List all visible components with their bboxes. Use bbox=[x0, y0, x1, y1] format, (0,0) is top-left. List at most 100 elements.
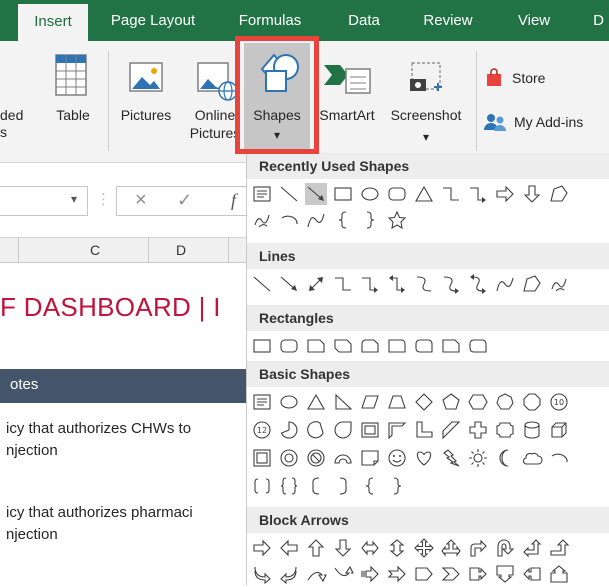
shape-plaque-icon[interactable] bbox=[494, 419, 516, 441]
shape-snipround-icon[interactable] bbox=[359, 335, 381, 357]
shape-frame-icon[interactable] bbox=[359, 419, 381, 441]
shape-noSym-icon[interactable] bbox=[305, 447, 327, 469]
shape-leftuparrow-icon[interactable] bbox=[521, 537, 543, 559]
shape-elbow-icon[interactable] bbox=[440, 183, 462, 205]
shape-round2-icon[interactable] bbox=[413, 335, 435, 357]
note-row-1[interactable]: icy that authorizes CHWs to njection bbox=[6, 418, 191, 462]
notes-header-cell[interactable]: otes bbox=[0, 369, 246, 403]
shape-para-icon[interactable] bbox=[359, 391, 381, 413]
shape-elbowarrow-icon[interactable] bbox=[359, 273, 381, 295]
shape-quadarrow-icon[interactable] bbox=[413, 537, 435, 559]
shape-curveddown-icon[interactable] bbox=[332, 563, 354, 585]
shape-udarrow-icon[interactable] bbox=[386, 537, 408, 559]
shape-arc-icon[interactable] bbox=[278, 209, 300, 231]
shape-tri-icon[interactable] bbox=[413, 183, 435, 205]
shape-halfframe-icon[interactable] bbox=[386, 419, 408, 441]
shape-curvedleft-icon[interactable] bbox=[278, 563, 300, 585]
shape-chevron-icon[interactable] bbox=[440, 563, 462, 585]
shape-pent-icon[interactable] bbox=[440, 391, 462, 413]
shape-rrect-icon[interactable] bbox=[386, 183, 408, 205]
name-box[interactable]: ▾ bbox=[0, 186, 88, 216]
shape-bentarrow-icon[interactable] bbox=[467, 537, 489, 559]
shape-larrow-icon[interactable] bbox=[278, 537, 300, 559]
shape-blockarc-icon[interactable] bbox=[332, 447, 354, 469]
shape-oct-icon[interactable] bbox=[521, 391, 543, 413]
column-header-d[interactable]: D bbox=[176, 242, 186, 258]
tab-page-layout[interactable]: Page Layout bbox=[98, 0, 208, 41]
shape-oval-icon[interactable] bbox=[278, 391, 300, 413]
shape-pentagonarrow-icon[interactable] bbox=[413, 563, 435, 585]
shape-arrowline-icon[interactable] bbox=[305, 183, 327, 205]
shape-bevel-icon[interactable] bbox=[251, 447, 273, 469]
shape-rbrace-icon[interactable] bbox=[386, 475, 408, 497]
table-button[interactable]: Table bbox=[48, 49, 98, 149]
shape-elbowdbl-icon[interactable] bbox=[386, 273, 408, 295]
shapes-button[interactable]: Shapes ▾ bbox=[244, 43, 310, 151]
shape-pie-icon[interactable] bbox=[278, 419, 300, 441]
shape-lrarrow-icon[interactable] bbox=[359, 537, 381, 559]
shape-darrow-icon[interactable] bbox=[332, 537, 354, 559]
my-addins-button[interactable]: My Add-ins bbox=[484, 111, 583, 133]
shape-lcallout-icon[interactable] bbox=[521, 563, 543, 585]
shape-lbrace-icon[interactable] bbox=[359, 475, 381, 497]
shape-dblbrace-icon[interactable] bbox=[278, 475, 300, 497]
shape-rtri-icon[interactable] bbox=[332, 391, 354, 413]
shape-darrow-icon[interactable] bbox=[521, 183, 543, 205]
shape-curve-icon[interactable] bbox=[305, 209, 327, 231]
shape-hex-icon[interactable] bbox=[467, 391, 489, 413]
shape-curveddbl-icon[interactable] bbox=[467, 273, 489, 295]
shape-textbox-icon[interactable] bbox=[251, 391, 273, 413]
shape-snip1-icon[interactable] bbox=[305, 335, 327, 357]
shape-diagstripe-icon[interactable] bbox=[440, 419, 462, 441]
shape-num10-icon[interactable]: 10 bbox=[548, 391, 570, 413]
name-box-dropdown-icon[interactable]: ▾ bbox=[71, 192, 77, 206]
shape-donut-icon[interactable] bbox=[278, 447, 300, 469]
shape-curvedright-icon[interactable] bbox=[251, 563, 273, 585]
shape-curvedup-icon[interactable] bbox=[305, 563, 327, 585]
shape-dblarrow-icon[interactable] bbox=[305, 273, 327, 295]
shape-dblbracket-icon[interactable] bbox=[251, 475, 273, 497]
store-button[interactable]: Store bbox=[484, 67, 545, 89]
insert-function-icon[interactable]: f bbox=[231, 190, 236, 211]
shape-rarrow-icon[interactable] bbox=[494, 183, 516, 205]
shape-elbow-icon[interactable] bbox=[332, 273, 354, 295]
shape-lrudarrow-icon[interactable] bbox=[440, 537, 462, 559]
shape-rbracket-icon[interactable] bbox=[332, 475, 354, 497]
shape-line-icon[interactable] bbox=[278, 183, 300, 205]
shape-arc-icon[interactable] bbox=[548, 447, 570, 469]
shape-round1-icon[interactable] bbox=[386, 335, 408, 357]
shape-plus-icon[interactable] bbox=[467, 419, 489, 441]
shape-freeform-icon[interactable] bbox=[548, 183, 570, 205]
shape-oval-icon[interactable] bbox=[359, 183, 381, 205]
shape-smiley-icon[interactable] bbox=[386, 447, 408, 469]
shape-textbox-icon[interactable] bbox=[251, 183, 273, 205]
screenshot-button[interactable]: Screenshot ▾ bbox=[380, 49, 472, 149]
shape-curvedarrow-icon[interactable] bbox=[440, 273, 462, 295]
pictures-button[interactable]: Pictures bbox=[114, 49, 178, 149]
shape-star5-icon[interactable] bbox=[386, 209, 408, 231]
shape-curve-icon[interactable] bbox=[494, 273, 516, 295]
shape-round2-icon[interactable] bbox=[467, 335, 489, 357]
shape-freeform-icon[interactable] bbox=[521, 273, 543, 295]
tab-insert[interactable]: Insert bbox=[18, 4, 88, 41]
shape-line-icon[interactable] bbox=[251, 273, 273, 295]
shape-cube-icon[interactable] bbox=[548, 419, 570, 441]
shape-lbrace-icon[interactable] bbox=[332, 209, 354, 231]
shape-tri-icon[interactable] bbox=[305, 391, 327, 413]
tab-developer-partial[interactable]: D bbox=[588, 0, 609, 41]
note-row-2[interactable]: icy that authorizes pharmaci njection bbox=[6, 502, 193, 546]
tab-view[interactable]: View bbox=[506, 0, 562, 41]
shape-rect-icon[interactable] bbox=[251, 335, 273, 357]
shape-ucallout-icon[interactable] bbox=[548, 563, 570, 585]
shape-num12-icon[interactable]: 12 bbox=[251, 419, 273, 441]
online-pictures-button[interactable]: Online Pictures bbox=[184, 49, 246, 149]
shape-tear-icon[interactable] bbox=[332, 419, 354, 441]
shape-cloud-icon[interactable] bbox=[521, 447, 543, 469]
smartart-button[interactable]: SmartArt bbox=[312, 49, 382, 149]
shape-notchedarrow-icon[interactable] bbox=[386, 563, 408, 585]
shape-hept-icon[interactable] bbox=[494, 391, 516, 413]
shape-rrect-icon[interactable] bbox=[278, 335, 300, 357]
shape-dcallout-icon[interactable] bbox=[494, 563, 516, 585]
tab-review[interactable]: Review bbox=[410, 0, 486, 41]
shape-snip2-icon[interactable] bbox=[332, 335, 354, 357]
